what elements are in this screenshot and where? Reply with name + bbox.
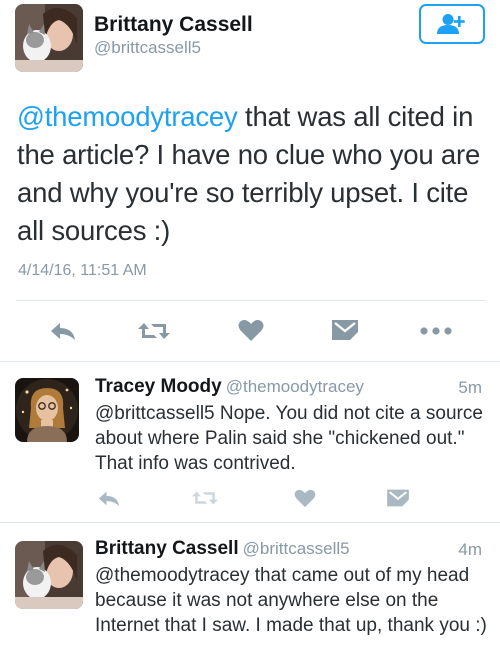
reply-author-name-text: Tracey Moody [95, 376, 222, 397]
more-button[interactable] [416, 316, 456, 346]
heart-icon [238, 319, 264, 341]
author-avatar[interactable] [15, 4, 83, 72]
retweet-icon [138, 323, 170, 339]
reply-time[interactable]: 4m [458, 540, 482, 560]
heart-icon [294, 489, 316, 507]
reply-button[interactable] [46, 316, 80, 346]
mention-link[interactable]: @themoodytracey [17, 101, 238, 132]
retweet-button[interactable] [188, 485, 222, 511]
reply-text: @themoodytracey that came out of my head… [95, 565, 487, 636]
follow-button[interactable] [419, 4, 485, 44]
reply-icon [51, 323, 75, 340]
reply-tweet[interactable]: Tracey Moody @themoodytracey 5m @brittcas… [0, 362, 500, 522]
author-name[interactable]: Brittany Cassell [94, 13, 253, 37]
reply-icon [98, 491, 120, 506]
more-icon [420, 327, 452, 335]
tweet-text: @themoodytracey that was all cited in th… [17, 98, 487, 250]
main-tweet: Brittany Cassell @brittcassell5 @themood… [0, 0, 500, 361]
reply-author-name-text: Brittany Cassell [95, 538, 239, 559]
reply-time[interactable]: 5m [458, 378, 482, 398]
avatar-photo [15, 541, 83, 609]
message-icon [332, 320, 358, 340]
like-button[interactable] [234, 314, 268, 346]
avatar-photo [15, 4, 83, 72]
reply-author-handle: @brittcassell5 [242, 539, 350, 558]
retweet-button[interactable] [134, 316, 174, 346]
reply-avatar[interactable] [15, 378, 79, 442]
add-user-icon [437, 14, 465, 34]
author-handle[interactable]: @brittcassell5 [94, 38, 201, 58]
reply-author-name[interactable]: Tracey Moody @themoodytracey [95, 376, 364, 398]
reply-author-handle: @themoodytracey [225, 377, 364, 396]
message-button[interactable] [328, 314, 362, 346]
reply-text: @brittcassell5 Nope. You did not cite a … [95, 403, 483, 474]
message-icon [387, 489, 409, 507]
like-button[interactable] [290, 484, 320, 512]
reply-avatar[interactable] [15, 541, 83, 609]
tweet-timestamp[interactable]: 4/14/16, 11:51 AM [18, 262, 147, 280]
reply-author-name[interactable]: Brittany Cassell @brittcassell5 [95, 538, 350, 560]
divider [16, 300, 486, 301]
message-button[interactable] [383, 484, 413, 512]
retweet-icon [191, 491, 219, 505]
reply-button[interactable] [94, 485, 124, 511]
reply-tweet[interactable]: Brittany Cassell @brittcassell5 4m @themo… [0, 523, 500, 671]
avatar-photo [15, 378, 79, 442]
